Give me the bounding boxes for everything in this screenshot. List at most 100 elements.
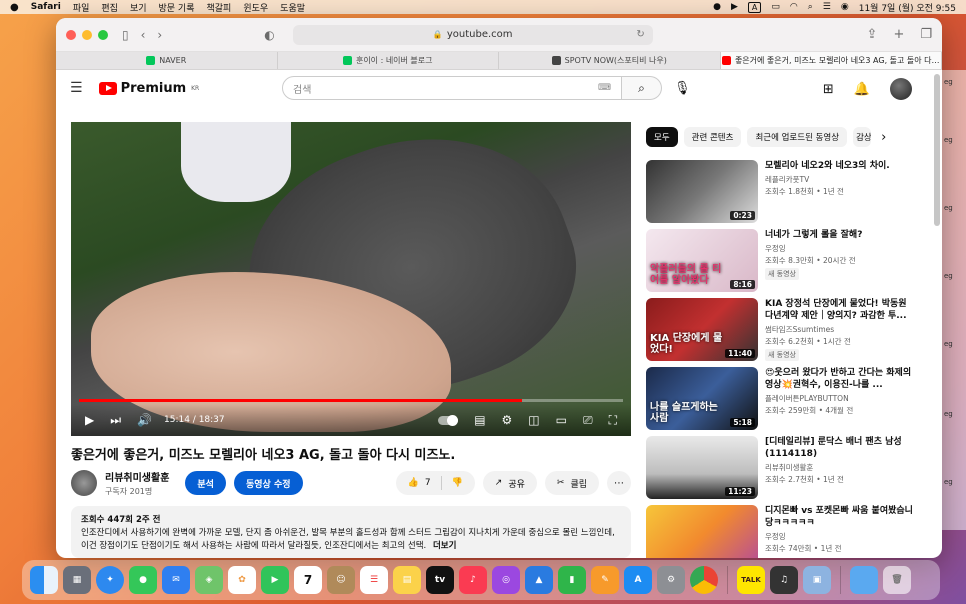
- settings-gear-icon[interactable]: ⚙: [502, 413, 513, 427]
- theater-mode-icon[interactable]: ▭: [556, 413, 567, 427]
- list-item[interactable]: 디지몬빠 vs 포켓몬빠 싸움 붙여봤슴니당ㅋㅋㅋㅋㅋ 우정잉 조회수 74만회…: [646, 505, 916, 558]
- launchpad-icon[interactable]: ▦: [63, 566, 91, 594]
- chat-icon[interactable]: ●: [713, 2, 721, 12]
- tab-youtube[interactable]: 좋은거에 좋은거, 미즈노 모렐리아 네오3 AG, 돌고 돌아 다…: [720, 52, 942, 69]
- rec-title[interactable]: 😍웃으러 왔다가 반하고 간다는 화제의 영상💥권혁수, 이용진-나를 ...: [765, 367, 915, 391]
- search-button[interactable]: ⌕: [622, 76, 662, 100]
- cast-icon[interactable]: ⎚: [583, 413, 593, 428]
- clip-button[interactable]: ✂ 클립: [544, 471, 599, 495]
- back-icon[interactable]: ‹: [141, 28, 146, 42]
- more-actions-button[interactable]: ⋯: [607, 471, 631, 495]
- pages-icon[interactable]: ✎: [591, 566, 619, 594]
- contacts-icon[interactable]: ☺: [327, 566, 355, 594]
- safari-icon[interactable]: ✦: [96, 566, 124, 594]
- list-item[interactable]: 0:23 모렐리아 네오2와 네오3의 차이. 레플리카풋TV 조회수 1.8천…: [646, 160, 916, 229]
- video-thumbnail[interactable]: 나를 슬프게하는 사람 5:18: [646, 367, 758, 430]
- tab-naver[interactable]: NAVER: [56, 52, 278, 69]
- microphone-icon[interactable]: 🎙: [674, 81, 691, 96]
- preview-icon[interactable]: ▣: [803, 566, 831, 594]
- rec-title[interactable]: [디테일리뷰] 룬닥스 배너 팬츠 남성 (1114118): [765, 436, 915, 460]
- menu-bookmarks[interactable]: 책갈피: [206, 1, 231, 14]
- like-icon[interactable]: 👍: [408, 478, 419, 488]
- tab-blog[interactable]: 훈이이 : 네이버 블로그: [278, 52, 499, 69]
- facetime-icon[interactable]: ▶: [261, 566, 289, 594]
- tab-overview-icon[interactable]: ❐: [920, 27, 932, 42]
- calendar-icon[interactable]: 7: [294, 566, 322, 594]
- volume-icon[interactable]: 🔊: [137, 413, 152, 427]
- garageband-icon[interactable]: ♫: [770, 566, 798, 594]
- app-store-icon[interactable]: A: [624, 566, 652, 594]
- photos-icon[interactable]: ✿: [228, 566, 256, 594]
- menu-help[interactable]: 도움말: [280, 1, 305, 14]
- analytics-button[interactable]: 분석: [185, 471, 226, 495]
- progress-bar[interactable]: [79, 399, 623, 402]
- music-icon[interactable]: ♪: [459, 566, 487, 594]
- new-tab-icon[interactable]: +: [893, 27, 904, 42]
- notifications-bell-icon[interactable]: 🔔: [854, 82, 870, 97]
- menu-edit[interactable]: 편집: [101, 1, 118, 14]
- channel-avatar[interactable]: [71, 470, 97, 496]
- minimize-window-button[interactable]: [82, 29, 92, 40]
- rec-channel[interactable]: 우정잉: [765, 531, 915, 542]
- menu-view[interactable]: 보기: [130, 1, 147, 14]
- wifi-icon[interactable]: ◠: [790, 2, 798, 12]
- address-bar[interactable]: 🔒 youtube.com ↻: [292, 24, 653, 45]
- podcasts-icon[interactable]: ◎: [492, 566, 520, 594]
- search-icon[interactable]: ⌕: [808, 2, 813, 12]
- messages-icon[interactable]: ●: [129, 566, 157, 594]
- control-center-icon[interactable]: ☰: [823, 2, 831, 12]
- kakaotalk-icon[interactable]: TALK: [737, 566, 765, 594]
- show-more-link[interactable]: 더보기: [433, 541, 456, 551]
- keynote-icon[interactable]: ▲: [525, 566, 553, 594]
- keyboard-icon[interactable]: ⌨: [598, 83, 611, 93]
- finder-icon[interactable]: [30, 566, 58, 594]
- search-input[interactable]: 검색 ⌨: [282, 76, 622, 100]
- menu-clock[interactable]: 11월 7일 (월) 오전 9:55: [859, 1, 956, 14]
- video-thumbnail[interactable]: 11:23: [646, 436, 758, 499]
- video-thumbnail[interactable]: 0:23: [646, 160, 758, 223]
- page-scrollbar[interactable]: [934, 74, 940, 226]
- menu-icon[interactable]: ☰: [70, 80, 83, 96]
- rec-channel[interactable]: 썸타임즈Ssumtimes: [765, 324, 915, 335]
- video-thumbnail[interactable]: [646, 505, 758, 558]
- subtitles-icon[interactable]: ▤: [474, 413, 485, 427]
- account-avatar[interactable]: [890, 78, 912, 100]
- siri-icon[interactable]: ◉: [841, 2, 849, 12]
- share-icon[interactable]: ⇪: [867, 27, 878, 42]
- menu-history[interactable]: 방문 기록: [159, 1, 195, 14]
- list-item[interactable]: 나를 슬프게하는 사람 5:18 😍웃으러 왔다가 반하고 간다는 화제의 영상…: [646, 367, 916, 436]
- create-video-icon[interactable]: ⊞: [823, 82, 834, 97]
- youtube-logo[interactable]: Premium KR: [98, 81, 199, 96]
- channel-name[interactable]: 리뷰취미생활훈: [105, 469, 169, 484]
- rec-channel[interactable]: 우정잉: [765, 243, 915, 254]
- mail-icon[interactable]: ✉: [162, 566, 190, 594]
- play-icon[interactable]: ▶: [85, 413, 94, 427]
- description-box[interactable]: 조회수 447회 2주 전 인조잔디에서 사용하기에 완벽에 가까운 모델, 단…: [71, 506, 631, 558]
- zoom-window-button[interactable]: [98, 29, 108, 40]
- rec-channel[interactable]: 레플리카풋TV: [765, 174, 915, 185]
- chevron-right-icon[interactable]: ›: [881, 130, 886, 145]
- chip-all[interactable]: 모두: [646, 127, 678, 147]
- chip-recent[interactable]: 최근에 업로드된 동영상: [747, 127, 848, 147]
- system-settings-icon[interactable]: ⚙: [657, 566, 685, 594]
- forward-icon[interactable]: ›: [157, 28, 162, 42]
- video-thumbnail[interactable]: 악플러들의 롤 티어를 알아봤다 8:16: [646, 229, 758, 292]
- tab-spotv[interactable]: SPOTV NOW(스포티비 나우): [499, 52, 721, 69]
- rec-channel[interactable]: 리뷰취미생활훈: [765, 462, 915, 473]
- reload-icon[interactable]: ↻: [636, 29, 644, 40]
- rec-title[interactable]: KIA 장정석 단장에게 물었다! 박동원 다년계약 제안｜양의지? 과감한 투…: [765, 298, 915, 322]
- battery-icon[interactable]: ▭: [771, 2, 780, 12]
- notes-icon[interactable]: ▤: [393, 566, 421, 594]
- input-source-indicator[interactable]: A: [747, 1, 762, 13]
- close-window-button[interactable]: [66, 29, 76, 40]
- menu-safari[interactable]: Safari: [31, 2, 61, 12]
- chip-related[interactable]: 관련 콘텐츠: [683, 127, 742, 147]
- apple-tv-icon[interactable]: tv: [426, 566, 454, 594]
- list-item[interactable]: 11:23 [디테일리뷰] 룬닥스 배너 팬츠 남성 (1114118) 리뷰취…: [646, 436, 916, 505]
- miniplayer-icon[interactable]: ◫: [528, 413, 539, 427]
- apple-icon[interactable]: ●: [10, 2, 19, 13]
- reminders-icon[interactable]: ☰: [360, 566, 388, 594]
- fullscreen-icon[interactable]: ⛶: [609, 413, 617, 428]
- share-button[interactable]: ↗ 공유: [482, 471, 537, 495]
- privacy-shield-icon[interactable]: ◐: [264, 28, 274, 42]
